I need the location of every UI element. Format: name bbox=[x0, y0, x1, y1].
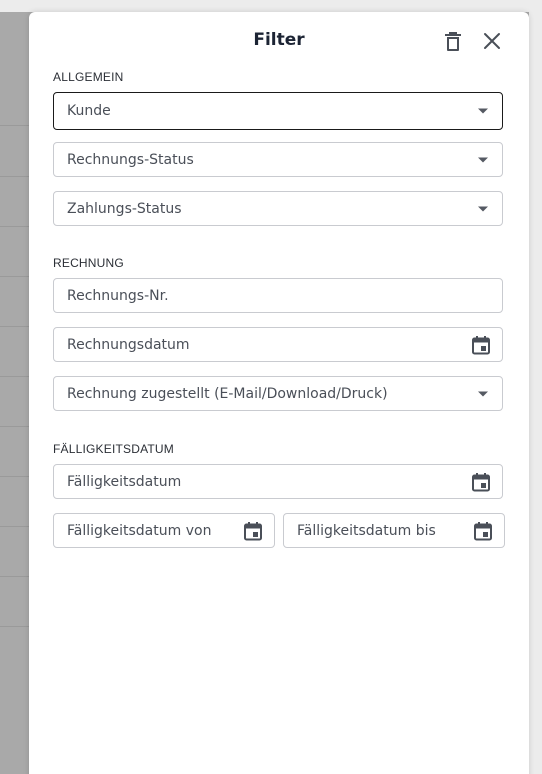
rechnung-zugestellt-select[interactable]: Rechnung zugestellt (E-Mail/Download/Dru… bbox=[53, 376, 503, 411]
background-row-divider bbox=[0, 326, 30, 327]
zahlungs-status-select[interactable]: Zahlungs-Status bbox=[53, 191, 503, 226]
background-row-divider bbox=[0, 176, 30, 177]
faelligkeitsdatum-von-input[interactable]: Fälligkeitsdatum von bbox=[53, 513, 275, 548]
rechnungs-nr-input[interactable]: Rechnungs-Nr. bbox=[53, 278, 503, 313]
background-row-divider bbox=[0, 526, 30, 527]
rechnungs-status-select-label: Rechnungs-Status bbox=[67, 151, 194, 168]
background-row-divider bbox=[0, 125, 30, 126]
background-row-divider bbox=[0, 626, 30, 627]
close-icon bbox=[484, 33, 500, 49]
trash-icon bbox=[445, 32, 461, 51]
background-row-divider bbox=[0, 376, 30, 377]
calendar-icon[interactable] bbox=[471, 335, 491, 355]
close-button[interactable] bbox=[480, 29, 504, 53]
calendar-icon[interactable] bbox=[243, 521, 263, 541]
clear-filters-button[interactable] bbox=[441, 29, 465, 53]
background-row-divider bbox=[0, 426, 30, 427]
chevron-down-icon bbox=[478, 206, 488, 211]
calendar-icon[interactable] bbox=[473, 521, 493, 541]
chevron-down-icon bbox=[478, 108, 488, 114]
section-label-allgemein: ALLGEMEIN bbox=[53, 70, 124, 84]
kunde-select[interactable]: Kunde bbox=[53, 92, 503, 130]
background-row-divider bbox=[0, 276, 30, 277]
faelligkeitsdatum-placeholder: Fälligkeitsdatum bbox=[67, 473, 182, 490]
rechnungs-status-select[interactable]: Rechnungs-Status bbox=[53, 142, 503, 177]
calendar-icon[interactable] bbox=[471, 472, 491, 492]
background-row-divider bbox=[0, 476, 30, 477]
kunde-select-label: Kunde bbox=[67, 103, 111, 119]
faelligkeitsdatum-bis-placeholder: Fälligkeitsdatum bis bbox=[297, 522, 436, 539]
rechnungs-nr-placeholder: Rechnungs-Nr. bbox=[67, 287, 169, 304]
background-top-strip bbox=[0, 0, 542, 12]
background-right-strip bbox=[529, 0, 542, 774]
section-label-faelligkeitsdatum: FÄLLIGKEITSDATUM bbox=[53, 442, 174, 456]
section-label-rechnung: RECHNUNG bbox=[53, 256, 124, 270]
chevron-down-icon bbox=[478, 157, 488, 162]
panel-header: Filter bbox=[29, 12, 529, 70]
faelligkeitsdatum-input[interactable]: Fälligkeitsdatum bbox=[53, 464, 503, 499]
rechnungsdatum-placeholder: Rechnungsdatum bbox=[67, 336, 190, 353]
faelligkeitsdatum-bis-input[interactable]: Fälligkeitsdatum bis bbox=[283, 513, 505, 548]
zahlungs-status-select-label: Zahlungs-Status bbox=[67, 200, 182, 217]
rechnungsdatum-input[interactable]: Rechnungsdatum bbox=[53, 327, 503, 362]
filter-panel: Filter ALLGEMEIN Kunde Rechnungs-Status … bbox=[29, 12, 529, 774]
faelligkeitsdatum-von-placeholder: Fälligkeitsdatum von bbox=[67, 522, 212, 539]
rechnung-zugestellt-select-label: Rechnung zugestellt (E-Mail/Download/Dru… bbox=[67, 385, 388, 402]
chevron-down-icon bbox=[478, 391, 488, 396]
background-row-divider bbox=[0, 226, 30, 227]
background-row-divider bbox=[0, 576, 30, 577]
